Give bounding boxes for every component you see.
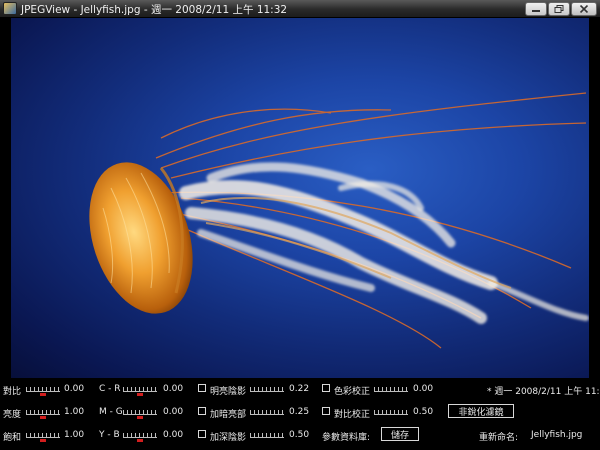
contrast-correction-value: 0.50 xyxy=(413,407,434,417)
unsharp-mask-button[interactable]: 非銳化濾鏡 xyxy=(448,404,514,418)
y-b-value: 0.00 xyxy=(163,430,184,440)
jellyfish-photo[interactable] xyxy=(11,18,589,378)
save-button[interactable]: 儲存 xyxy=(381,427,419,441)
color-correction-slider[interactable] xyxy=(374,383,408,393)
lighten-shadows-label: 明亮陰影 xyxy=(210,387,247,397)
c-r-value: 0.00 xyxy=(163,384,184,394)
darken-shadows-value: 0.50 xyxy=(289,430,310,440)
brightness-slider[interactable] xyxy=(26,406,60,419)
brightness-value: 1.00 xyxy=(64,407,85,417)
param-db-label: 參數資料庫: xyxy=(322,433,371,443)
darken-shadows-checkbox[interactable] xyxy=(198,430,206,438)
color-correction-checkbox[interactable] xyxy=(322,384,330,392)
y-b-label: Y - B xyxy=(99,430,120,440)
contrast-correction-slider[interactable] xyxy=(374,406,408,416)
contrast-value: 0.00 xyxy=(64,384,85,394)
timestamp: * 週一 2008/2/11 上午 11:32 xyxy=(487,387,600,397)
lighten-shadows-slider[interactable] xyxy=(250,383,284,393)
contrast-correction-checkbox[interactable] xyxy=(322,407,330,415)
slider-thumb[interactable] xyxy=(137,416,143,419)
brighten-highlights-checkbox[interactable] xyxy=(198,407,206,415)
slider-thumb[interactable] xyxy=(40,393,46,396)
c-r-slider[interactable] xyxy=(123,383,157,396)
saturation-label: 飽和 xyxy=(3,433,22,443)
darken-shadows-label: 加深陰影 xyxy=(210,433,247,443)
restore-icon xyxy=(554,5,564,13)
lighten-shadows-checkbox[interactable] xyxy=(198,384,206,392)
image-viewport[interactable] xyxy=(0,18,600,378)
brighten-highlights-label: 加暗亮部 xyxy=(210,410,247,420)
c-r-label: C - R xyxy=(99,384,121,394)
window-controls xyxy=(525,2,597,16)
lighten-shadows-value: 0.22 xyxy=(289,384,310,394)
contrast-correction-label: 對比校正 xyxy=(334,410,371,420)
slider-thumb[interactable] xyxy=(137,393,143,396)
slider-thumb[interactable] xyxy=(40,416,46,419)
m-g-slider[interactable] xyxy=(123,406,157,419)
brightness-label: 亮度 xyxy=(3,410,22,420)
jellyfish-illustration xyxy=(89,92,589,349)
saturation-value: 1.00 xyxy=(64,430,85,440)
restore-button[interactable] xyxy=(548,2,570,16)
minimize-icon xyxy=(532,10,540,12)
close-button[interactable] xyxy=(571,2,597,16)
color-correction-label: 色彩校正 xyxy=(334,387,371,397)
brighten-highlights-value: 0.25 xyxy=(289,407,310,417)
minimize-button[interactable] xyxy=(525,2,547,16)
contrast-slider[interactable] xyxy=(26,383,60,396)
m-g-label: M - G xyxy=(99,407,123,417)
color-correction-value: 0.00 xyxy=(413,384,434,394)
title-bar: JPEGView - Jellyfish.jpg - 週一 2008/2/11 … xyxy=(0,0,600,18)
slider-thumb[interactable] xyxy=(40,439,46,442)
adjustment-panel: 對比 0.00 亮度 1.00 飽和 1.00 C - R 0.00 M - G… xyxy=(0,378,600,450)
contrast-label: 對比 xyxy=(3,387,22,397)
darken-shadows-slider[interactable] xyxy=(250,429,284,439)
slider-thumb[interactable] xyxy=(137,439,143,442)
y-b-slider[interactable] xyxy=(123,429,157,442)
window-title: JPEGView - Jellyfish.jpg - 週一 2008/2/11 … xyxy=(21,4,288,16)
app-icon xyxy=(3,2,17,15)
close-icon xyxy=(579,5,589,13)
saturation-slider[interactable] xyxy=(26,429,60,442)
rename-filename[interactable]: Jellyfish.jpg xyxy=(531,430,582,440)
m-g-value: 0.00 xyxy=(163,407,184,417)
rename-label: 重新命名: xyxy=(479,433,519,443)
brighten-highlights-slider[interactable] xyxy=(250,406,284,416)
